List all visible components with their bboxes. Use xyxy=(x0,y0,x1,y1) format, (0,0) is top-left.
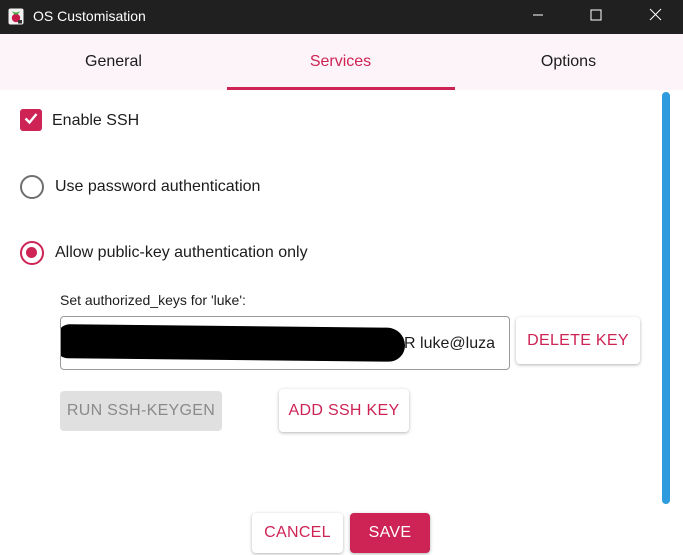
authorized-key-value: XR luke@luza xyxy=(393,335,495,352)
password-auth-radio[interactable] xyxy=(20,175,44,199)
password-auth-label: Use password authentication xyxy=(55,178,261,195)
tab-bar: General Services Options xyxy=(0,34,683,90)
redaction-mark xyxy=(61,324,406,362)
vertical-scrollbar[interactable] xyxy=(662,92,670,504)
cancel-button[interactable]: CANCEL xyxy=(252,513,343,553)
enable-ssh-checkbox[interactable] xyxy=(20,109,42,131)
title-bar: OS Customisation xyxy=(0,0,683,34)
raspberry-pi-icon xyxy=(8,8,24,25)
close-icon xyxy=(649,8,662,26)
tab-services[interactable]: Services xyxy=(227,34,454,90)
pubkey-auth-radio[interactable] xyxy=(20,241,44,265)
delete-key-button[interactable]: DELETE KEY xyxy=(516,317,640,364)
minimize-button[interactable] xyxy=(511,0,565,34)
tab-general[interactable]: General xyxy=(0,34,227,90)
save-button[interactable]: SAVE xyxy=(350,513,430,553)
minimize-icon xyxy=(532,8,544,26)
close-button[interactable] xyxy=(628,0,682,34)
pubkey-auth-label: Allow public-key authentication only xyxy=(55,244,308,261)
maximize-button[interactable] xyxy=(569,0,623,34)
window-title: OS Customisation xyxy=(33,8,146,24)
authorized-key-field[interactable]: XR luke@luza xyxy=(60,316,510,370)
maximize-icon xyxy=(590,8,602,26)
checkmark-icon xyxy=(23,110,39,131)
tab-options[interactable]: Options xyxy=(455,34,682,90)
add-ssh-key-button[interactable]: ADD SSH KEY xyxy=(279,389,409,432)
run-ssh-keygen-button[interactable]: RUN SSH-KEYGEN xyxy=(60,391,222,431)
authorized-keys-label: Set authorized_keys for 'luke': xyxy=(60,292,246,308)
active-tab-indicator xyxy=(227,87,455,90)
enable-ssh-label: Enable SSH xyxy=(52,112,140,129)
